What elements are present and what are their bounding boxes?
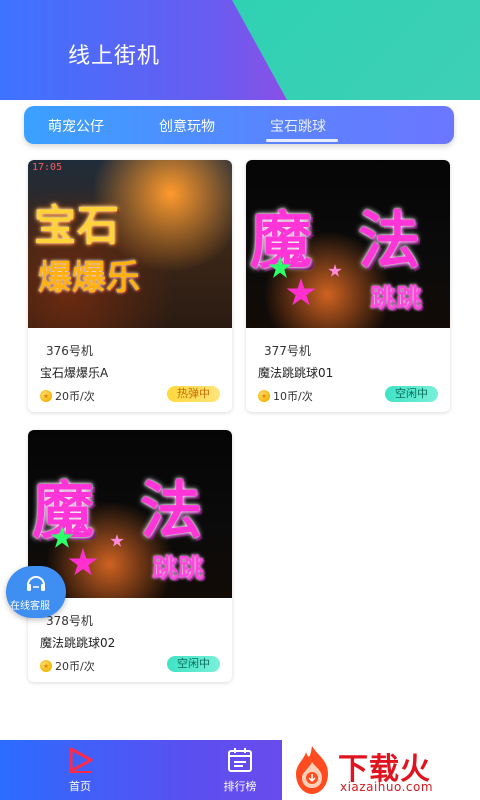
- star-decoration: [328, 264, 342, 277]
- thumbnail-title-char2: 法: [140, 474, 203, 547]
- nav-home[interactable]: 首页: [50, 746, 110, 794]
- app-header: 线上街机: [0, 0, 480, 100]
- machine-card[interactable]: 魔 法 跳跳 378号机 魔法跳跳球02 20币/次 空闲中: [28, 430, 232, 682]
- coin-icon: [258, 390, 270, 402]
- active-tab-indicator: [266, 139, 338, 142]
- machine-name: 宝石爆爆乐A: [40, 366, 109, 380]
- star-decoration: [110, 534, 124, 547]
- star-decoration: [286, 278, 316, 306]
- coin-icon: [40, 660, 52, 672]
- thumbnail-title-line2: 爆爆乐: [38, 258, 140, 298]
- thumbnail-title-char2: 法: [358, 204, 421, 277]
- thumbnail-title-line2: 跳跳: [152, 554, 205, 584]
- machine-price: 20币/次: [40, 658, 95, 674]
- status-badge: 热弹中: [167, 386, 220, 402]
- machine-number: 376号机: [46, 344, 93, 358]
- machine-card[interactable]: 魔 法 跳跳 377号机 魔法跳跳球01 10币/次 空闲中: [246, 160, 450, 412]
- customer-service-label: 在线客服: [10, 601, 50, 612]
- category-tabs: 萌宠公仔 创意玩物 宝石跳球: [24, 106, 454, 144]
- tab-gem-ball[interactable]: 宝石跳球: [270, 116, 326, 136]
- machine-thumbnail: 魔 法 跳跳: [28, 430, 232, 598]
- status-badge: 空闲中: [167, 656, 220, 672]
- machine-name: 魔法跳跳球01: [258, 366, 334, 380]
- play-icon: [69, 747, 93, 773]
- header-accent-shape: [232, 0, 480, 100]
- watermark-url: xiazaihuo.com: [340, 780, 434, 794]
- machine-card[interactable]: 17:05 宝石 爆爆乐 376号机 宝石爆爆乐A 20币/次 热弹中: [28, 160, 232, 412]
- coin-icon: [40, 390, 52, 402]
- machine-number: 377号机: [264, 344, 311, 358]
- page-title: 线上街机: [68, 44, 161, 69]
- machine-price: 20币/次: [40, 388, 95, 404]
- flame-logo-icon: [296, 746, 328, 794]
- status-badge: 空闲中: [385, 386, 438, 402]
- price-text: 20币/次: [55, 390, 95, 403]
- machine-name: 魔法跳跳球02: [40, 636, 116, 650]
- thumbnail-title-line1: 宝石: [34, 201, 121, 250]
- machine-thumbnail: 17:05 宝石 爆爆乐: [28, 160, 232, 328]
- nav-home-label: 首页: [69, 780, 91, 793]
- customer-service-button[interactable]: 在线客服: [6, 566, 66, 618]
- price-text: 10币/次: [273, 390, 313, 403]
- thumbnail-title-line2: 跳跳: [370, 284, 423, 314]
- nav-ranking-label: 排行榜: [223, 780, 257, 793]
- headset-icon: [27, 576, 45, 591]
- calendar-icon: [228, 748, 252, 772]
- star-decoration: [68, 548, 98, 576]
- nav-ranking[interactable]: 排行榜: [210, 746, 270, 794]
- thumbnail-timestamp: 17:05: [32, 162, 63, 173]
- machine-thumbnail: 魔 法 跳跳: [246, 160, 450, 328]
- price-text: 20币/次: [55, 660, 95, 673]
- tab-pets[interactable]: 萌宠公仔: [48, 116, 104, 136]
- watermark: 下载火 xiazaihuo.com: [282, 740, 480, 800]
- machine-price: 10币/次: [258, 388, 313, 404]
- tab-creative[interactable]: 创意玩物: [159, 116, 215, 136]
- machine-number: 378号机: [46, 614, 93, 628]
